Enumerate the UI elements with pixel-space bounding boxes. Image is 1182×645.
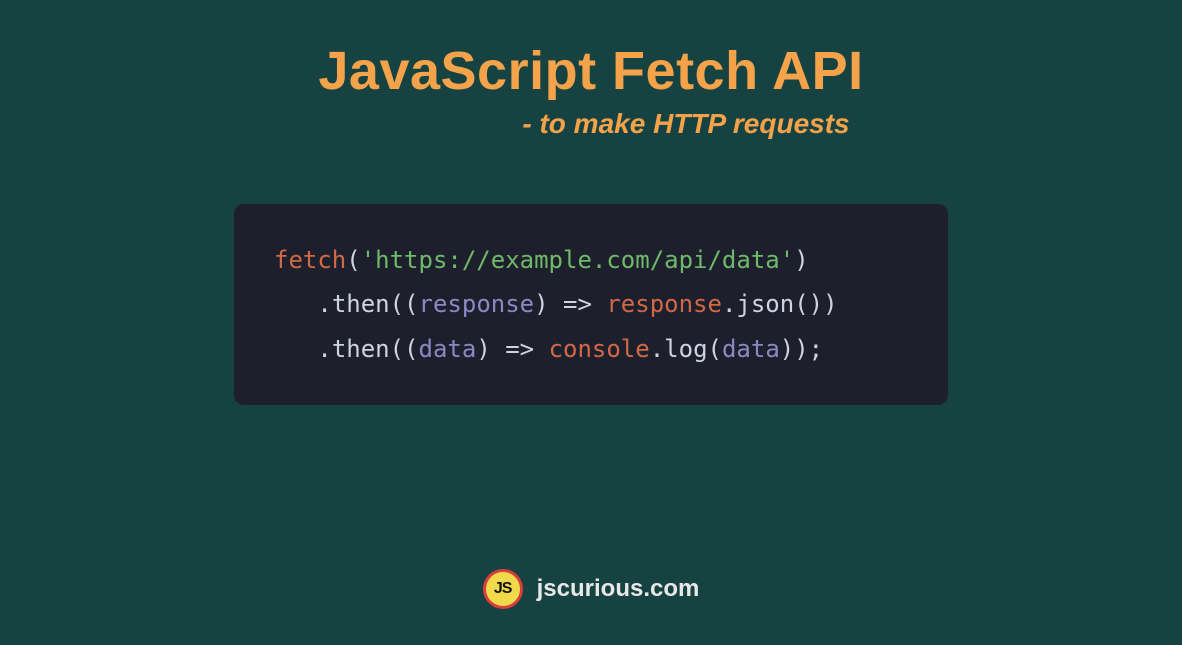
site-name: jscurious.com	[537, 575, 700, 603]
logo-text: JS	[494, 580, 512, 598]
page-title: JavaScript Fetch API	[318, 40, 863, 102]
token-indent2	[274, 335, 317, 363]
page-subtitle: - to make HTTP requests	[522, 108, 849, 140]
token-close-paren: )	[794, 246, 808, 274]
token-log-method: log	[664, 335, 707, 363]
token-dbl-open2: ((	[390, 335, 419, 363]
token-param-data: data	[419, 335, 477, 363]
token-response-obj: response	[606, 290, 722, 318]
token-open-paren: (	[346, 246, 360, 274]
token-dot3: .	[317, 335, 331, 363]
token-json-method: json	[736, 290, 794, 318]
code-line-2: .then((response) => response.json())	[274, 282, 908, 326]
token-param-response: response	[419, 290, 535, 318]
token-arrow: ) =>	[534, 290, 606, 318]
token-dot2: .	[722, 290, 736, 318]
code-line-3: .then((data) => console.log(data));	[274, 327, 908, 371]
js-logo-icon: JS	[483, 569, 523, 609]
token-arg-data: data	[722, 335, 780, 363]
token-fetch: fetch	[274, 246, 346, 274]
header: JavaScript Fetch API - to make HTTP requ…	[318, 40, 863, 140]
token-call-close: ())	[794, 290, 837, 318]
token-url-string: 'https://example.com/api/data'	[361, 246, 794, 274]
token-dot4: .	[650, 335, 664, 363]
code-line-1: fetch('https://example.com/api/data')	[274, 238, 908, 282]
token-then: then	[332, 290, 390, 318]
footer: JS jscurious.com	[0, 569, 1182, 609]
token-arrow2: ) =>	[476, 335, 548, 363]
token-close-stmt: ));	[780, 335, 823, 363]
token-indent	[274, 290, 317, 318]
token-then2: then	[332, 335, 390, 363]
token-open2: (	[708, 335, 722, 363]
code-snippet: fetch('https://example.com/api/data') .t…	[234, 204, 948, 405]
token-console-obj: console	[549, 335, 650, 363]
token-dbl-open: ((	[390, 290, 419, 318]
token-dot: .	[317, 290, 331, 318]
